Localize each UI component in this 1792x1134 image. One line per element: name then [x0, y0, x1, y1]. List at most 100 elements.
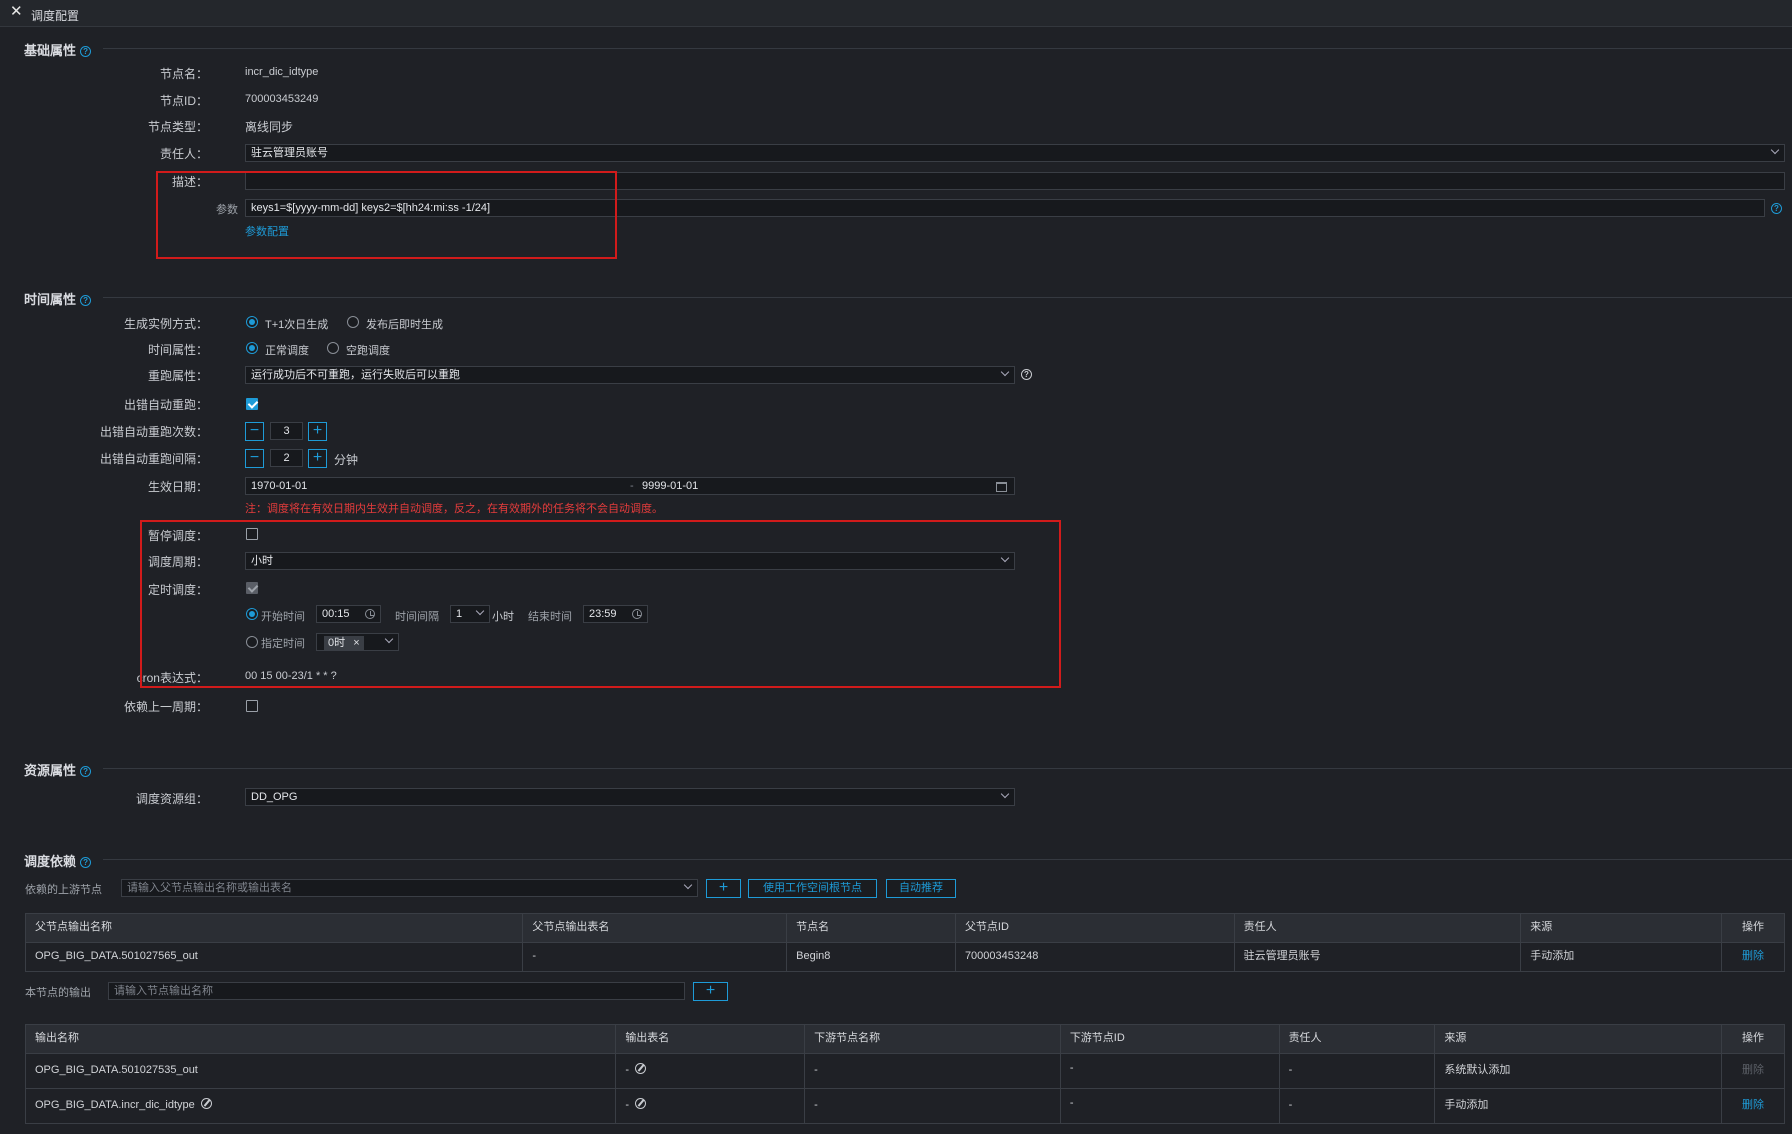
- time-attr-radio-normal[interactable]: [246, 342, 258, 354]
- column-header: 父节点ID: [956, 914, 1235, 942]
- use-root-node-button[interactable]: 使用工作空间根节点: [748, 879, 877, 898]
- rerun-interval-label: 出错自动重跑间隔：: [99, 452, 208, 466]
- upstream-search-input[interactable]: 请输入父节点输出名称或输出表名: [121, 879, 698, 897]
- table-cell: Begin8: [787, 943, 956, 971]
- parent-id-link[interactable]: 700003453248: [956, 943, 1235, 971]
- effective-date-range[interactable]: 1970-01-01 - 9999-01-01: [245, 477, 1015, 495]
- highlight-box-schedule: [140, 520, 1061, 688]
- output-placeholder: 请输入节点输出名称: [114, 985, 213, 997]
- close-icon[interactable]: ✕: [10, 4, 24, 19]
- rerun-count-input[interactable]: 3: [270, 422, 303, 440]
- table-cell: -: [805, 1054, 1061, 1088]
- table-cell: OPG_BIG_DATA.501027535_out: [26, 1054, 617, 1088]
- window-title: 调度配置: [31, 9, 80, 23]
- rerun-help-icon[interactable]: ?: [1021, 369, 1032, 380]
- column-header: 父节点输出表名: [523, 914, 788, 942]
- gen-mode-option-t1: T+1次日生成: [265, 319, 329, 331]
- resource-group-label: 调度资源组：: [135, 792, 208, 806]
- upstream-label: 依赖的上游节点: [25, 884, 102, 896]
- table-cell: -: [1061, 1054, 1280, 1088]
- rerun-count-plus-button[interactable]: +: [308, 422, 327, 441]
- gen-mode-option-immediate: 发布后即时生成: [366, 319, 443, 331]
- time-attr-option-normal: 正常调度: [265, 345, 309, 357]
- table-row: OPG_BIG_DATA.501027535_out - - - - 系统默认添…: [26, 1053, 1784, 1088]
- table-row: OPG_BIG_DATA.incr_dic_idtype - - - - 手动添…: [26, 1088, 1784, 1123]
- table-row: OPG_BIG_DATA.501027565_out - Begin8 7000…: [26, 942, 1784, 971]
- column-header: 下游节点ID: [1061, 1025, 1280, 1053]
- calendar-icon: [996, 482, 1007, 492]
- chevron-down-icon: [1000, 789, 1010, 799]
- gen-mode-radio-t1[interactable]: [246, 316, 258, 328]
- column-header: 来源: [1521, 914, 1723, 942]
- column-header: 输出名称: [26, 1025, 617, 1053]
- resource-group-select[interactable]: DD_OPG: [245, 788, 1015, 806]
- help-icon[interactable]: ?: [80, 766, 92, 777]
- delete-button[interactable]: 删除: [1722, 1089, 1784, 1123]
- rerun-interval-value: 2: [283, 452, 290, 464]
- edit-icon[interactable]: [634, 1063, 646, 1074]
- delete-button[interactable]: 删除: [1722, 1054, 1784, 1088]
- chevron-down-icon: [1000, 367, 1010, 377]
- table-cell: -: [616, 1054, 806, 1088]
- owner-select[interactable]: 驻云管理员账号: [245, 144, 1785, 162]
- table-cell: -: [1061, 1089, 1280, 1123]
- node-type-value: 离线同步: [245, 120, 294, 134]
- output-name-input[interactable]: 请输入节点输出名称: [108, 982, 685, 1000]
- auto-recommend-button[interactable]: 自动推荐: [886, 879, 956, 898]
- table-cell: 系统默认添加: [1435, 1054, 1723, 1088]
- rerun-interval-input[interactable]: 2: [270, 449, 303, 467]
- edit-icon[interactable]: [200, 1098, 212, 1109]
- add-upstream-button[interactable]: +: [706, 879, 741, 898]
- column-header: 操作: [1742, 921, 1765, 933]
- chevron-down-icon: [683, 880, 693, 890]
- table-cell: -: [1280, 1089, 1436, 1123]
- rerun-interval-plus-button[interactable]: +: [308, 449, 327, 468]
- node-id-label: 节点ID：: [159, 94, 208, 108]
- add-output-button[interactable]: +: [693, 982, 728, 1001]
- rerun-label: 重跑属性：: [147, 369, 208, 383]
- table-cell: OPG_BIG_DATA.incr_dic_idtype: [26, 1089, 617, 1123]
- time-attr-radio-dry[interactable]: [327, 342, 339, 354]
- column-header: 下游节点名称: [805, 1025, 1061, 1053]
- table-cell: 手动添加: [1435, 1089, 1723, 1123]
- section-time-title: 时间属性?: [24, 289, 92, 308]
- column-header: 父节点输出名称: [26, 914, 524, 942]
- auto-rerun-checkbox[interactable]: [246, 398, 258, 410]
- divider: [103, 48, 1792, 49]
- table-cell: OPG_BIG_DATA.501027565_out: [26, 943, 524, 971]
- rerun-count-minus-button[interactable]: −: [245, 422, 264, 441]
- table-cell: 驻云管理员账号: [1235, 943, 1522, 971]
- divider: [103, 768, 1792, 769]
- help-icon[interactable]: ?: [80, 46, 92, 57]
- chevron-down-icon: [1770, 145, 1780, 155]
- rerun-count-value: 3: [283, 425, 290, 437]
- rerun-select[interactable]: 运行成功后不可重跑，运行失败后可以重跑: [245, 366, 1015, 384]
- effective-start-value: 1970-01-01: [251, 480, 308, 492]
- depend-prev-checkbox[interactable]: [246, 700, 258, 712]
- highlight-box-params: [156, 171, 617, 259]
- time-attr-option-dry: 空跑调度: [346, 345, 390, 357]
- effective-date-note: 注：调度将在有效日期内生效并自动调度，反之，在有效期外的任务将不会自动调度。: [245, 503, 663, 515]
- help-icon[interactable]: ?: [80, 857, 92, 868]
- resource-group-value: DD_OPG: [251, 791, 298, 803]
- table-cell: -: [523, 943, 788, 971]
- rerun-interval-minus-button[interactable]: −: [245, 449, 264, 468]
- node-id-value: 700003453249: [245, 93, 319, 105]
- title-bar: ✕ 调度配置: [0, 0, 1792, 27]
- output-label: 本节点的输出: [25, 987, 91, 999]
- output-table: 输出名称 输出表名 下游节点名称 下游节点ID 责任人 来源 操作 OPG_BI…: [25, 1024, 1785, 1124]
- gen-mode-label: 生成实例方式：: [123, 317, 208, 331]
- upstream-table: 父节点输出名称 父节点输出表名 节点名 父节点ID 责任人 来源 操作 OPG_…: [25, 913, 1785, 972]
- edit-icon[interactable]: [634, 1098, 646, 1109]
- gen-mode-radio-immediate[interactable]: [347, 316, 359, 328]
- upstream-placeholder: 请输入父节点输出名称或输出表名: [127, 882, 292, 894]
- column-header: 责任人: [1235, 914, 1522, 942]
- help-icon[interactable]: ?: [80, 295, 92, 306]
- params-help-icon[interactable]: ?: [1771, 203, 1782, 214]
- effective-date-label: 生效日期：: [147, 480, 208, 494]
- column-header: 责任人: [1280, 1025, 1436, 1053]
- rerun-interval-unit: 分钟: [334, 453, 359, 467]
- effective-date-separator: -: [630, 480, 634, 492]
- output-table-value: -: [625, 1099, 629, 1111]
- delete-button[interactable]: 删除: [1722, 943, 1784, 971]
